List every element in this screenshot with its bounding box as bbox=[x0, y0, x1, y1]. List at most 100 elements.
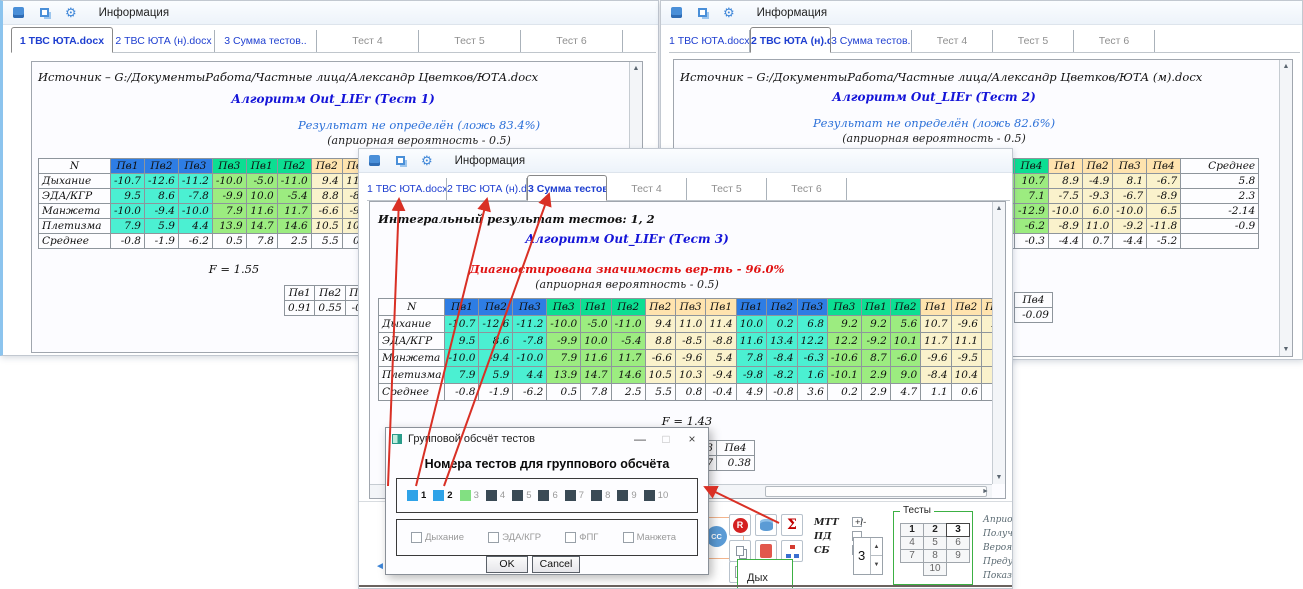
record-button[interactable]: R bbox=[729, 514, 751, 536]
tab-2[interactable]: 2 ТВС ЮТА (н).docx bbox=[750, 27, 831, 53]
stepper-down-icon[interactable]: ▼ bbox=[870, 556, 882, 574]
checkbox-4[interactable] bbox=[486, 490, 497, 501]
cc-button[interactable]: CC bbox=[706, 526, 727, 547]
ok-button[interactable]: OK bbox=[486, 556, 528, 573]
minimize-icon[interactable]: — bbox=[630, 432, 650, 446]
table-cell: -11.0 bbox=[277, 174, 311, 189]
checkbox-8[interactable] bbox=[591, 490, 602, 501]
table-cell: -0.8 bbox=[445, 384, 479, 401]
table-cell: -6.6 bbox=[311, 204, 342, 219]
scroll-up-icon[interactable]: ▲ bbox=[993, 202, 1005, 215]
checkbox-Дыхание[interactable] bbox=[411, 532, 422, 543]
table-cell: -10.0 bbox=[178, 204, 212, 219]
table-cell: -9.5 bbox=[951, 350, 981, 367]
table-cell: 11.6 bbox=[736, 333, 766, 350]
gear-icon[interactable]: ⚙ bbox=[65, 6, 77, 19]
dialog-heading: Номера тестов для группового обсчёта bbox=[386, 457, 708, 471]
scroll-up-icon[interactable]: ▲ bbox=[630, 62, 642, 75]
tab-5[interactable]: Тест 5 bbox=[419, 30, 521, 52]
vertical-scrollbar[interactable]: ▲ ▼ bbox=[1279, 60, 1292, 356]
scrollbar-thumb[interactable] bbox=[765, 486, 987, 497]
test-grid-cell-9[interactable]: 9 bbox=[946, 549, 970, 563]
test-grid-cell-8[interactable]: 8 bbox=[923, 549, 947, 563]
tests-grid: 123 456 78910 bbox=[901, 524, 970, 576]
tab-1[interactable]: 1 ТВС ЮТА.docx bbox=[11, 27, 113, 53]
checkbox-7[interactable] bbox=[565, 490, 576, 501]
sb-label: СБ bbox=[814, 545, 830, 556]
checkbox-6[interactable] bbox=[538, 490, 549, 501]
tab-4[interactable]: Тест 4 bbox=[912, 30, 993, 52]
flag-icon[interactable] bbox=[13, 7, 24, 18]
test-grid-cell-5[interactable]: 5 bbox=[923, 536, 947, 550]
checkbox-10[interactable] bbox=[644, 490, 655, 501]
table-cell: 14.7 bbox=[581, 367, 611, 384]
copy-icon[interactable] bbox=[396, 156, 405, 165]
nav-left-icon[interactable]: ◄ bbox=[375, 561, 385, 572]
table-cell: -10.7 bbox=[445, 316, 479, 333]
tab-5[interactable]: Тест 5 bbox=[993, 30, 1074, 52]
tab-1[interactable]: 1 ТВС ЮТА.docx bbox=[367, 178, 447, 200]
table-cell: 8.8 bbox=[311, 189, 342, 204]
cancel-button[interactable]: Cancel bbox=[532, 556, 580, 573]
scroll-up-icon[interactable]: ▲ bbox=[1280, 60, 1292, 73]
tab-5[interactable]: Тест 5 bbox=[687, 178, 767, 200]
tab-1[interactable]: 1 ТВС ЮТА.docx bbox=[669, 30, 750, 52]
tab-3[interactable]: 3 Сумма тестов.. bbox=[215, 30, 317, 52]
tab-4[interactable]: Тест 4 bbox=[317, 30, 419, 52]
checkbox-1[interactable] bbox=[407, 490, 418, 501]
vertical-scrollbar[interactable]: ▲ ▼ bbox=[992, 202, 1005, 484]
checkbox-label: ЭДА/КГР bbox=[502, 532, 541, 543]
checkbox-Манжета[interactable] bbox=[623, 532, 634, 543]
threshold-stepper[interactable]: 3 ▲ ▼ bbox=[853, 537, 883, 575]
checkbox-2[interactable] bbox=[433, 490, 444, 501]
checkbox-3[interactable] bbox=[460, 490, 471, 501]
prior-line: (априорная вероятность - 0.5) bbox=[204, 134, 634, 147]
scroll-down-icon[interactable]: ▼ bbox=[1280, 343, 1292, 356]
data-table: Пв3Пв4Пв1Пв2Пв3Пв4Среднее0.210.78.9-4.98… bbox=[982, 158, 1259, 249]
table-cell: -10.0 bbox=[445, 350, 479, 367]
group-sum-button[interactable]: Σ bbox=[781, 514, 803, 536]
flag-icon[interactable] bbox=[671, 7, 682, 18]
test-grid-cell-4[interactable]: 4 bbox=[900, 536, 924, 550]
table-cell: 8.6 bbox=[479, 333, 513, 350]
flag-icon[interactable] bbox=[369, 155, 380, 166]
legend-line: Получ bbox=[983, 529, 1013, 543]
test-grid-cell-3[interactable]: 3 bbox=[946, 523, 970, 537]
scroll-right-icon[interactable]: ► bbox=[979, 485, 992, 498]
gear-icon[interactable]: ⚙ bbox=[723, 6, 735, 19]
column-header: Пв2 bbox=[767, 299, 797, 316]
maximize-icon[interactable]: □ bbox=[656, 432, 676, 446]
checkbox-ЭДА/КГР[interactable] bbox=[488, 532, 499, 543]
tab-6[interactable]: Тест 6 bbox=[1074, 30, 1155, 52]
gear-icon[interactable]: ⚙ bbox=[421, 154, 433, 167]
row-label: Плетизма bbox=[379, 367, 445, 384]
tab-6[interactable]: Тест 6 bbox=[767, 178, 847, 200]
copy-icon[interactable] bbox=[698, 8, 707, 17]
test-grid-cell-1[interactable]: 1 bbox=[900, 523, 924, 537]
tab-6[interactable]: Тест 6 bbox=[521, 30, 623, 52]
checkbox-9[interactable] bbox=[617, 490, 628, 501]
tab-3[interactable]: 3 Сумма тестов.. bbox=[527, 175, 607, 201]
column-header: Пв3 bbox=[827, 299, 861, 316]
tab-4[interactable]: Тест 4 bbox=[607, 178, 687, 200]
table-cell: -7.8 bbox=[513, 333, 547, 350]
test-grid-cell-10[interactable]: 10 bbox=[923, 562, 947, 576]
test-grid-cell-7[interactable]: 7 bbox=[900, 549, 924, 563]
scroll-down-icon[interactable]: ▼ bbox=[993, 471, 1005, 484]
test-grid-cell-2[interactable]: 2 bbox=[923, 523, 947, 537]
table-cell: 13.9 bbox=[212, 219, 246, 234]
result-line: Диагностирована значимость вер-ть - 96.0… bbox=[377, 262, 877, 276]
test-grid-cell-6[interactable]: 6 bbox=[946, 536, 970, 550]
close-icon[interactable]: × bbox=[682, 432, 702, 446]
tab-3[interactable]: 3 Сумма тестов.. bbox=[831, 30, 912, 52]
checkbox-5[interactable] bbox=[512, 490, 523, 501]
data-table: NПв1Пв2Пв3Пв3Пв1Пв2Пв2Пв3Пв1Пв1Пв2Пв3Пв3… bbox=[378, 298, 1006, 401]
tab-2[interactable]: 2 ТВС ЮТА (н).docx bbox=[447, 178, 527, 200]
stepper-up-icon[interactable]: ▲ bbox=[870, 538, 882, 556]
copy-icon[interactable] bbox=[40, 8, 49, 17]
database-button[interactable] bbox=[755, 514, 777, 536]
tab-2[interactable]: 2 ТВС ЮТА (н).docx bbox=[113, 30, 215, 52]
column-header: Пв2 bbox=[315, 286, 345, 301]
plus-minus-label: +/- bbox=[855, 517, 866, 528]
checkbox-ФПГ[interactable] bbox=[565, 532, 576, 543]
